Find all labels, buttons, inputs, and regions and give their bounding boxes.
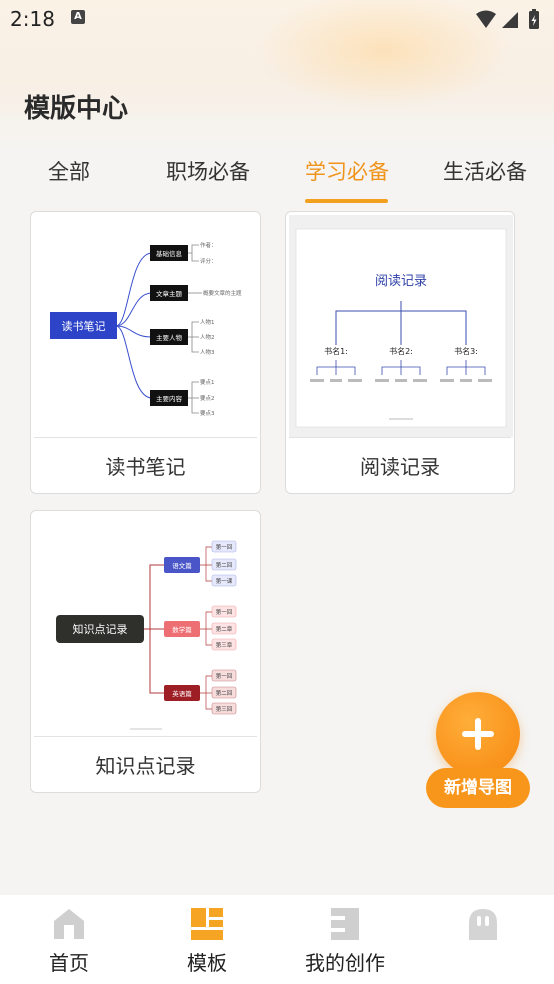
mindmap-leaf-placeholders	[310, 379, 492, 382]
mindmap-root-label: 读书笔记	[62, 319, 106, 333]
template-title: 知识点记录	[95, 754, 196, 778]
svg-text:第二章: 第二章	[216, 625, 233, 633]
svg-text:人物1: 人物1	[200, 318, 215, 326]
active-tab-indicator	[305, 199, 388, 203]
nav-label-home: 首页	[49, 951, 89, 975]
template-card-knowledge-record[interactable]: 知识点记录 语文篇 数学篇 英语篇 第一回 第二回 第一课 第一回 第二章 第三…	[30, 510, 261, 793]
svg-text:第二回: 第二回	[216, 689, 233, 697]
svg-text:要点3: 要点3	[200, 410, 215, 417]
template-icon	[191, 908, 223, 940]
status-time: 2:18	[10, 7, 55, 31]
svg-text:第一回: 第一回	[216, 543, 233, 551]
card-divider	[289, 437, 511, 438]
svg-text:主要人物: 主要人物	[156, 333, 183, 342]
tab-all[interactable]: 全部	[48, 156, 90, 186]
svg-text:第一回: 第一回	[216, 608, 233, 616]
svg-text:第三回: 第三回	[216, 705, 233, 713]
svg-text:英语篇: 英语篇	[172, 689, 192, 698]
nav-profile[interactable]	[414, 895, 552, 984]
svg-text:作者：: 作者：	[200, 241, 217, 249]
add-mindmap-button[interactable]	[436, 692, 520, 776]
svg-text:基础信息: 基础信息	[156, 249, 183, 258]
category-tabs: 全部 职场必备 学习必备 生活必备	[0, 150, 554, 210]
template-title: 读书笔记	[105, 455, 186, 479]
home-icon	[54, 909, 84, 939]
template-title: 阅读记录	[360, 455, 440, 479]
nav-home[interactable]: 首页	[0, 895, 138, 984]
mindmap-leaf-labels: 作者： 评分： 概要文章的主题 人物1 人物2 人物3 要点1 要点2 要点3	[200, 241, 242, 417]
tab-workplace[interactable]: 职场必备	[166, 156, 250, 186]
card-divider	[34, 736, 257, 737]
nav-my-creations[interactable]: 我的创作	[276, 895, 414, 984]
svg-text:评分：: 评分：	[200, 257, 217, 265]
svg-text:人物2: 人物2	[200, 333, 215, 341]
svg-text:要点1: 要点1	[200, 379, 215, 386]
tab-study[interactable]: 学习必备	[305, 156, 389, 186]
svg-text:数学篇: 数学篇	[172, 625, 192, 634]
template-thumbnail: 读书笔记 基础信息 文章主题 主要人物 主要内容 作者： 评分： 概要文章的主题…	[34, 215, 259, 437]
creation-icon	[331, 908, 359, 940]
battery-icon	[529, 9, 539, 29]
thumbnail-footer-mark	[389, 418, 413, 420]
mindmap-leaf-nodes: 第一回 第二回 第一课 第一回 第二章 第三章 第一回 第二回 第三回	[211, 540, 237, 715]
nav-label-templates: 模板	[187, 951, 227, 975]
svg-text:第一课: 第一课	[216, 577, 233, 585]
svg-text:书名1:: 书名1:	[324, 346, 348, 356]
svg-text:第一回: 第一回	[216, 672, 233, 680]
signal-icon	[502, 12, 518, 28]
card-divider	[34, 437, 257, 438]
tab-life[interactable]: 生活必备	[443, 156, 527, 186]
plus-icon	[462, 718, 494, 750]
svg-text:人物3: 人物3	[200, 348, 215, 356]
status-bar: 2:18 A	[0, 0, 554, 40]
thumbnail-footer-mark	[130, 728, 162, 730]
mindmap-root-label: 知识点记录	[73, 622, 128, 636]
wifi-icon	[476, 10, 496, 28]
mindmap-branch-nodes: 书名1: 书名2: 书名3:	[324, 346, 478, 356]
profile-icon	[469, 909, 497, 940]
nav-label-my-creations: 我的创作	[305, 951, 385, 975]
system-status-icons	[476, 9, 539, 29]
svg-text:第二回: 第二回	[216, 561, 233, 569]
svg-text:概要文章的主题: 概要文章的主题	[203, 289, 242, 297]
mindmap-branch-nodes: 语文篇 数学篇 英语篇	[164, 557, 200, 701]
notification-icon: A	[71, 10, 85, 24]
template-thumbnail: 阅读记录 书名1: 书名2: 书名3:	[289, 215, 513, 437]
nav-templates[interactable]: 模板	[138, 895, 276, 984]
svg-text:要点2: 要点2	[200, 395, 215, 402]
template-card-reading-notes[interactable]: 读书笔记 基础信息 文章主题 主要人物 主要内容 作者： 评分： 概要文章的主题…	[30, 211, 261, 494]
mindmap-branch-nodes: 基础信息 文章主题 主要人物 主要内容	[150, 245, 188, 406]
svg-text:语文篇: 语文篇	[172, 561, 192, 570]
svg-text:书名3:: 书名3:	[454, 346, 478, 356]
template-thumbnail: 知识点记录 语文篇 数学篇 英语篇 第一回 第二回 第一课 第一回 第二章 第三…	[34, 514, 259, 736]
add-mindmap-label[interactable]: 新增导图	[426, 768, 530, 808]
svg-text:第三章: 第三章	[216, 641, 233, 649]
mindmap-root-label: 阅读记录	[375, 274, 427, 289]
svg-text:文章主题: 文章主题	[156, 289, 183, 298]
bottom-navigation: 首页 模板 我的创作	[0, 895, 554, 984]
template-card-reading-record[interactable]: 阅读记录 书名1: 书名2: 书名3: 阅读记录	[285, 211, 515, 494]
svg-text:书名2:: 书名2:	[389, 346, 413, 356]
page-title: 模版中心	[24, 94, 129, 124]
svg-text:主要内容: 主要内容	[156, 394, 183, 403]
